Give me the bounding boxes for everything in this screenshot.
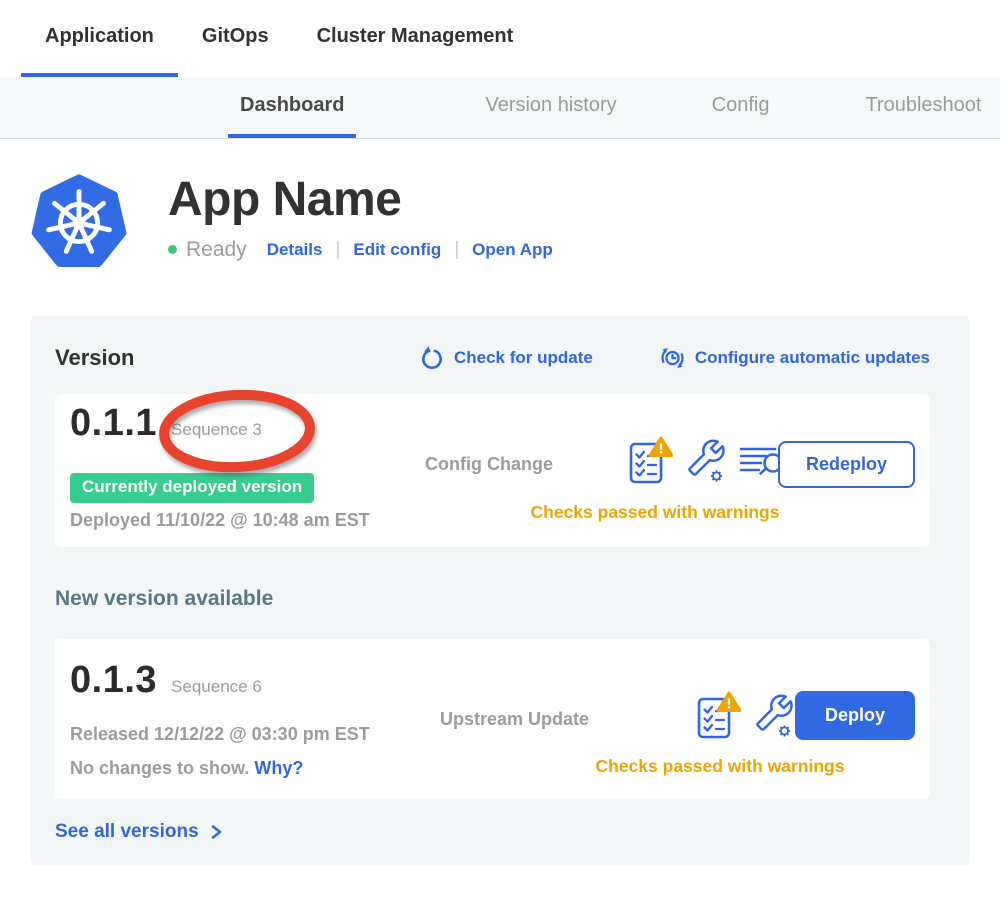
link-divider: | [335, 239, 340, 261]
deployed-version-card: 0.1.1 Sequence 3 Currently deployed vers… [55, 394, 930, 547]
tab-application[interactable]: Application [21, 0, 178, 77]
redeploy-button[interactable]: Redeploy [778, 441, 915, 488]
tab-cluster-management[interactable]: Cluster Management [293, 0, 538, 77]
why-link[interactable]: Why? [254, 758, 303, 778]
available-sequence-label: Sequence 6 [171, 677, 262, 697]
deployed-source-label: Config Change [425, 454, 553, 475]
app-subnav: Dashboard Version history Config Trouble… [0, 77, 1000, 139]
deployed-timestamp: Deployed 11/10/22 @ 10:48 am EST [70, 510, 370, 531]
status-ready-dot-icon [168, 245, 177, 254]
kubernetes-logo-icon [30, 172, 128, 270]
available-version-card: 0.1.3 Sequence 6 Released 12/12/22 @ 03:… [55, 639, 930, 799]
deployed-checks-warning-text: Checks passed with warnings [485, 502, 825, 523]
new-version-heading: New version available [55, 587, 930, 611]
no-changes-text: No changes to show. Why? [70, 758, 303, 779]
chevron-right-icon [208, 823, 224, 841]
preflight-checks-warning-icon[interactable] [627, 436, 673, 486]
tab-dashboard[interactable]: Dashboard [228, 77, 356, 138]
primary-nav: Application GitOps Cluster Management [0, 0, 1000, 77]
details-link[interactable]: Details [267, 240, 323, 260]
deploy-button[interactable]: Deploy [795, 691, 915, 740]
available-checks-warning-text: Checks passed with warnings [545, 756, 895, 777]
see-all-versions-label: See all versions [55, 821, 199, 843]
refresh-icon [419, 345, 445, 371]
see-all-versions-link[interactable]: See all versions [55, 821, 224, 843]
tab-config[interactable]: Config [700, 77, 782, 138]
deployed-version-number: 0.1.1 [70, 402, 157, 445]
tab-gitops[interactable]: GitOps [178, 0, 293, 77]
configure-automatic-updates-link[interactable]: Configure automatic updates [659, 344, 930, 371]
config-wrench-icon[interactable] [686, 438, 726, 484]
check-for-update-label: Check for update [454, 348, 593, 368]
app-header: App Name Ready Details | Edit config | O… [30, 172, 1000, 270]
schedule-icon [659, 344, 686, 371]
no-changes-label: No changes to show. [70, 758, 249, 778]
version-section: Version Check for update Configure autom… [30, 316, 970, 865]
edit-config-link[interactable]: Edit config [353, 240, 441, 260]
version-section-title: Version [55, 345, 134, 371]
check-for-update-link[interactable]: Check for update [419, 345, 593, 371]
released-timestamp: Released 12/12/22 @ 03:30 pm EST [70, 724, 370, 745]
tab-version-history[interactable]: Version history [473, 77, 628, 138]
open-app-link[interactable]: Open App [472, 240, 553, 260]
app-name-title: App Name [168, 174, 553, 227]
tab-troubleshoot[interactable]: Troubleshoot [853, 77, 993, 138]
currently-deployed-badge: Currently deployed version [70, 473, 314, 503]
link-divider: | [454, 239, 459, 261]
available-source-label: Upstream Update [440, 709, 589, 730]
available-version-number: 0.1.3 [70, 659, 157, 702]
config-wrench-icon[interactable] [754, 693, 794, 739]
deployed-sequence-label: Sequence 3 [171, 420, 262, 440]
configure-automatic-updates-label: Configure automatic updates [695, 348, 930, 368]
app-status-text: Ready [186, 238, 247, 262]
preflight-checks-warning-icon[interactable] [695, 691, 741, 741]
